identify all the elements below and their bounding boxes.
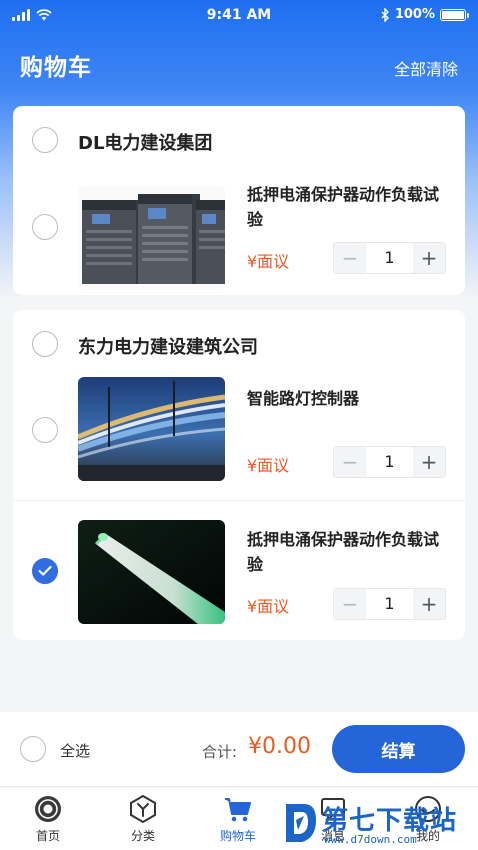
item-divider <box>13 500 465 501</box>
check-icon <box>38 565 52 576</box>
bluetooth-icon <box>381 7 389 22</box>
product-name[interactable]: 智能路灯控制器 <box>247 386 452 411</box>
product-name[interactable]: 抵押电涌保护器动作负载试验 <box>247 527 452 577</box>
increase-button[interactable]: + <box>413 589 445 619</box>
quantity-stepper: − 1 + <box>333 588 446 620</box>
watermark-text: 第七下载站 <box>322 806 458 836</box>
checkout-bar: 全选 合计: ¥0.00 结算 <box>0 712 478 787</box>
product-price: ¥面议 <box>247 456 290 475</box>
total-label: 合计: <box>202 743 238 761</box>
battery-percent: 100% <box>394 7 435 22</box>
shop-card: 东力电力建设建筑公司 智能路灯控制器 ¥面议 − 1 + 抵押电涌保护器动作负载… <box>13 310 465 640</box>
watermark: 第七下载站 www.d7down.com <box>282 800 472 848</box>
clear-all-button[interactable]: 全部清除 <box>394 56 458 80</box>
tab-home[interactable]: 首页 <box>8 794 88 844</box>
checkout-button[interactable]: 结算 <box>332 725 465 773</box>
quantity-stepper: − 1 + <box>333 446 446 478</box>
quantity-stepper: − 1 + <box>333 242 446 274</box>
quantity-value[interactable]: 1 <box>366 589 413 619</box>
tab-category[interactable]: 分类 <box>103 794 183 844</box>
status-bar: 9:41 AM 100% <box>0 0 478 34</box>
category-icon <box>130 794 156 824</box>
product-image-light-trails[interactable] <box>78 377 225 481</box>
tab-label: 购物车 <box>219 829 256 843</box>
product-image-server-racks[interactable] <box>78 186 225 290</box>
tab-cart[interactable]: 购物车 <box>198 794 278 844</box>
watermark-logo-icon <box>286 804 316 842</box>
quantity-value[interactable]: 1 <box>366 243 413 273</box>
cart-icon <box>225 798 251 822</box>
shop-select-checkbox[interactable] <box>32 331 58 357</box>
battery-icon <box>440 8 469 21</box>
status-right: 100% <box>381 7 469 22</box>
quantity-value[interactable]: 1 <box>366 447 413 477</box>
tab-label: 首页 <box>35 829 60 843</box>
item-select-checkbox-checked[interactable] <box>32 558 58 584</box>
increase-button[interactable]: + <box>413 447 445 477</box>
item-select-checkbox[interactable] <box>32 214 58 240</box>
increase-button[interactable]: + <box>413 243 445 273</box>
select-all-label[interactable]: 全选 <box>60 740 90 761</box>
decrease-button[interactable]: − <box>334 243 366 273</box>
shop-name: 东力电力建设建筑公司 <box>78 337 258 358</box>
decrease-button[interactable]: − <box>334 447 366 477</box>
product-image-green-tube[interactable] <box>78 520 225 624</box>
product-name[interactable]: 抵押电涌保护器动作负载试验 <box>247 182 452 232</box>
page-title: 购物车 <box>20 55 92 81</box>
product-price: ¥面议 <box>247 597 290 616</box>
product-price: ¥面议 <box>247 252 290 271</box>
home-icon <box>35 796 61 822</box>
watermark-url: www.d7down.com <box>324 833 417 846</box>
item-select-checkbox[interactable] <box>32 417 58 443</box>
select-all-checkbox[interactable] <box>20 736 46 762</box>
shop-card: DL电力建设集团 抵押电涌保护器动作负载试验 ¥面议 − 1 + <box>13 106 465 295</box>
shop-select-checkbox[interactable] <box>32 127 58 153</box>
tab-label: 分类 <box>130 829 155 843</box>
decrease-button[interactable]: − <box>334 589 366 619</box>
total-amount: ¥0.00 <box>248 734 311 759</box>
shop-name: DL电力建设集团 <box>78 133 213 154</box>
